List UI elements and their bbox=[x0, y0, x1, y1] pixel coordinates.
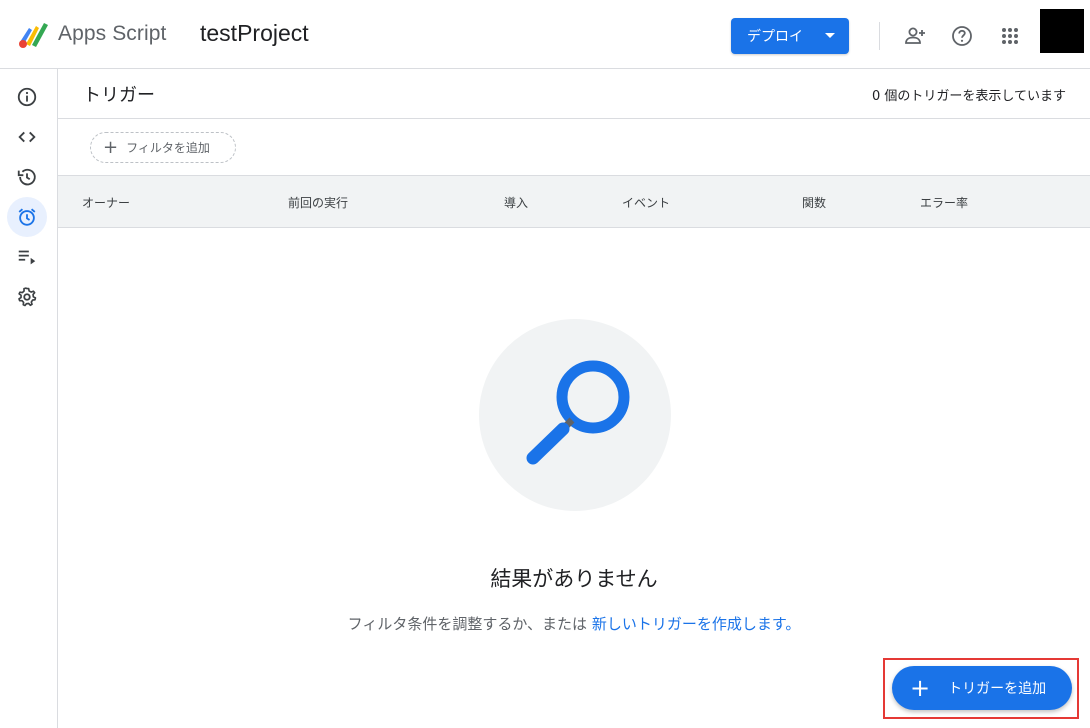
add-filter-label: フィルタを追加 bbox=[126, 141, 210, 155]
apps-grid-icon[interactable] bbox=[998, 24, 1022, 48]
page-title: トリガー bbox=[83, 85, 155, 106]
empty-state-text: フィルタ条件を調整するか、または bbox=[347, 615, 592, 633]
empty-state-description: フィルタ条件を調整するか、または 新しいトリガーを作成します。 bbox=[58, 613, 1090, 634]
brand-name[interactable]: Apps Script bbox=[58, 22, 166, 46]
plus-icon: + bbox=[910, 674, 931, 702]
column-header-event[interactable]: イベント bbox=[622, 194, 670, 211]
column-header-function[interactable]: 関数 bbox=[802, 194, 826, 211]
trigger-count-text: 0 個のトリガーを表示しています bbox=[871, 89, 1066, 104]
column-header-last-run[interactable]: 前回の実行 bbox=[288, 194, 348, 211]
rail-item-triggers[interactable] bbox=[7, 197, 47, 237]
column-header-error-rate[interactable]: エラー率 bbox=[920, 194, 968, 211]
add-trigger-button[interactable]: + トリガーを追加 bbox=[892, 666, 1072, 710]
header-divider bbox=[879, 22, 880, 50]
column-header-deployment[interactable]: 導入 bbox=[504, 194, 528, 211]
project-title[interactable]: testProject bbox=[200, 20, 309, 47]
alarm-icon bbox=[18, 208, 36, 226]
filter-bar: + フィルタを追加 bbox=[58, 120, 1090, 175]
magnifier-icon bbox=[526, 360, 630, 465]
caret-down-icon bbox=[825, 33, 835, 38]
empty-state-title: 結果がありません bbox=[490, 567, 658, 591]
gear-icon bbox=[18, 287, 37, 307]
deploy-button[interactable]: デプロイ bbox=[731, 18, 849, 54]
title-bar: トリガー 0 個のトリガーを表示しています bbox=[58, 69, 1090, 119]
table-header: オーナー 前回の実行 導入 イベント 関数 エラー率 bbox=[58, 175, 1090, 228]
help-icon[interactable] bbox=[950, 24, 974, 48]
info-icon bbox=[17, 87, 37, 107]
plus-icon: + bbox=[103, 136, 119, 158]
triggers-panel: トリガー 0 個のトリガーを表示しています + フィルタを追加 オーナー 前回の… bbox=[58, 69, 1090, 728]
column-header-owner[interactable]: オーナー bbox=[82, 194, 130, 211]
playlist-play-icon bbox=[18, 250, 36, 265]
rail-item-overview[interactable] bbox=[7, 77, 47, 117]
code-icon bbox=[18, 131, 36, 143]
rail-item-settings[interactable] bbox=[7, 277, 47, 317]
top-header: Apps Script testProject デプロイ bbox=[0, 0, 1090, 69]
account-avatar[interactable] bbox=[1040, 9, 1084, 53]
left-rail bbox=[0, 69, 58, 728]
rail-item-run[interactable] bbox=[7, 237, 47, 277]
add-trigger-label: トリガーを追加 bbox=[948, 681, 1047, 697]
create-trigger-link[interactable]: 新しいトリガーを作成します。 bbox=[592, 615, 801, 633]
history-icon bbox=[17, 168, 36, 186]
empty-state-illustration bbox=[479, 319, 671, 511]
person-add-icon[interactable] bbox=[903, 24, 927, 48]
add-filter-chip[interactable]: + フィルタを追加 bbox=[90, 132, 236, 163]
deploy-button-label: デプロイ bbox=[747, 29, 803, 45]
rail-item-executions[interactable] bbox=[7, 157, 47, 197]
rail-item-editor[interactable] bbox=[7, 117, 47, 157]
app-root: Apps Script testProject デプロイ トリガー 0 個のトリ… bbox=[0, 0, 1090, 728]
apps-script-logo-icon[interactable] bbox=[17, 20, 51, 50]
